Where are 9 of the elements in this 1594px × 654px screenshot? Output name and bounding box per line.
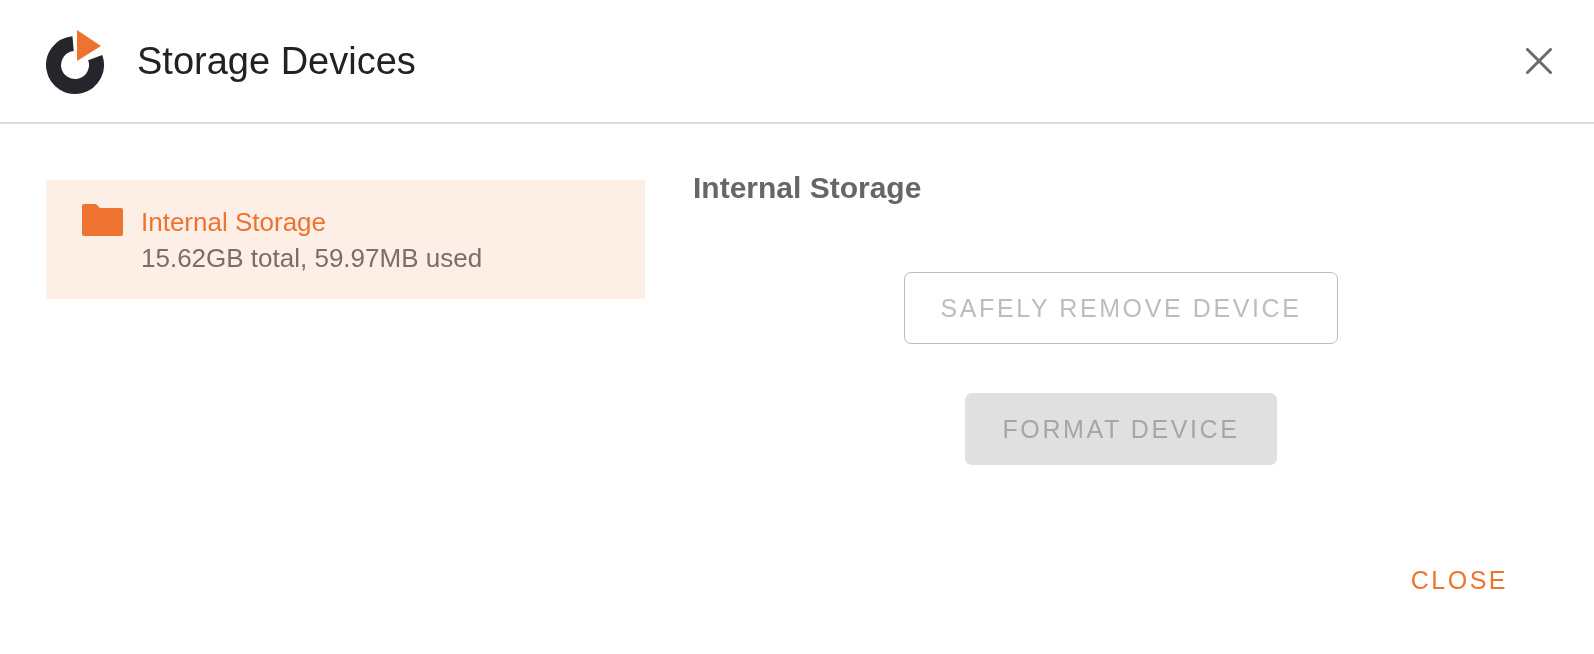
device-name: Internal Storage xyxy=(141,206,327,239)
close-button[interactable]: CLOSE xyxy=(1394,551,1524,609)
logo-icon xyxy=(45,30,105,96)
close-icon[interactable] xyxy=(1526,48,1552,74)
device-summary: 15.62GB total, 59.97MB used xyxy=(141,242,483,275)
device-list-item[interactable]: Internal Storage 15.62GB total, 59.97MB used xyxy=(46,180,645,299)
device-heading: Internal Storage xyxy=(693,170,922,206)
dialog-title: Storage Devices xyxy=(137,39,416,84)
folder-icon xyxy=(82,204,123,236)
